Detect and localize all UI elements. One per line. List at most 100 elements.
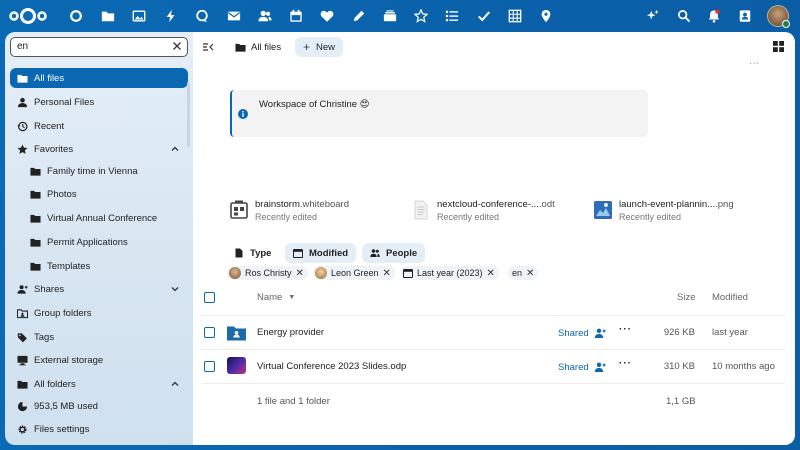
more-options-icon[interactable]: ··· xyxy=(749,58,761,70)
grid-view-icon[interactable] xyxy=(773,41,784,52)
file-size: 310 KB xyxy=(663,361,695,372)
calendar-icon[interactable] xyxy=(288,8,304,24)
user-avatar[interactable] xyxy=(767,5,790,28)
activity-icon[interactable] xyxy=(163,8,179,24)
column-header-size[interactable]: Size xyxy=(677,292,695,303)
sidebar-item-external-storage[interactable]: External storage xyxy=(10,350,188,370)
contacts-icon[interactable] xyxy=(257,8,273,24)
nextcloud-logo[interactable] xyxy=(8,6,48,26)
breadcrumb-label: All files xyxy=(251,41,282,53)
file-name[interactable]: Energy provider xyxy=(257,327,324,338)
remove-filter-icon[interactable]: ✕ xyxy=(383,268,391,279)
whiteboard-icon xyxy=(230,200,248,219)
recent-file-whiteboard[interactable]: brainstorm.whiteboard Recently edited xyxy=(230,196,400,222)
search-icon[interactable] xyxy=(676,8,692,24)
breadcrumb-all-files[interactable]: All files xyxy=(235,40,281,54)
shared-button[interactable]: Shared xyxy=(558,361,606,373)
storage-used-label: 953,5 MB used xyxy=(34,400,98,412)
row-divider xyxy=(201,349,785,350)
sidebar-item-virtual-annual-conference[interactable]: Virtual Annual Conference xyxy=(10,208,188,228)
shared-folder-icon[interactable] xyxy=(227,324,246,341)
sidebar-item-shares[interactable]: Shares xyxy=(10,279,188,299)
remove-filter-icon[interactable]: ✕ xyxy=(487,268,495,279)
presentation-thumbnail-icon[interactable] xyxy=(227,357,246,374)
remove-filter-icon[interactable]: ✕ xyxy=(526,268,534,279)
row-actions-icon[interactable]: ··· xyxy=(619,358,632,369)
filter-people-button[interactable]: People xyxy=(362,243,426,263)
sidebar-item-favorites[interactable]: Favorites xyxy=(10,139,188,159)
filter-chip-person[interactable]: Ros Christy ✕ xyxy=(227,266,308,280)
folder-icon xyxy=(235,43,246,52)
sidebar-item-recent[interactable]: Recent xyxy=(10,116,188,136)
person-icon xyxy=(16,96,28,108)
row-actions-icon[interactable]: ··· xyxy=(619,324,632,335)
deck-icon[interactable] xyxy=(382,8,398,24)
search-input-value: en xyxy=(17,41,29,52)
column-header-name[interactable]: Name ▼ xyxy=(257,292,295,303)
gear-icon xyxy=(16,423,28,435)
checkmark-icon[interactable] xyxy=(476,8,492,24)
notifications-icon[interactable] xyxy=(706,8,722,24)
filter-type-button[interactable]: Type xyxy=(226,243,279,263)
shared-label: Shared xyxy=(558,361,589,373)
files-icon[interactable] xyxy=(100,8,116,24)
assistant-icon[interactable] xyxy=(645,8,661,24)
select-all-checkbox[interactable] xyxy=(204,292,215,303)
sidebar-item-permit-applications[interactable]: Permit Applications xyxy=(10,232,188,252)
toggle-sidebar-icon[interactable] xyxy=(202,41,214,53)
chevron-down-icon[interactable] xyxy=(170,284,180,294)
tasks-icon[interactable] xyxy=(444,8,460,24)
clear-search-icon[interactable] xyxy=(172,41,182,51)
sidebar-item-tags[interactable]: Tags xyxy=(10,327,188,347)
sidebar-item-family-time[interactable]: Family time in Vienna xyxy=(10,161,188,181)
sidebar-item-files-settings[interactable]: Files settings xyxy=(10,419,188,439)
recent-file-image[interactable]: launch-event-plannin....png Recently edi… xyxy=(594,196,764,222)
dashboard-icon[interactable] xyxy=(68,8,84,24)
maps-icon[interactable] xyxy=(538,8,554,24)
shared-button[interactable]: Shared xyxy=(558,327,606,339)
calendar-icon xyxy=(293,249,303,258)
row-checkbox[interactable] xyxy=(204,361,215,372)
sidebar-item-group-folders[interactable]: Group folders xyxy=(10,303,188,323)
star-icon[interactable] xyxy=(413,8,429,24)
file-modified: 10 months ago xyxy=(712,361,775,372)
recent-file-document[interactable]: nextcloud-conference-....odt Recently ed… xyxy=(412,196,582,222)
sidebar-item-all-files[interactable]: All files xyxy=(10,68,188,88)
sidebar-item-photos[interactable]: Photos xyxy=(10,184,188,204)
image-icon xyxy=(594,201,612,219)
chevron-up-icon[interactable] xyxy=(170,379,180,389)
column-header-modified[interactable]: Modified xyxy=(712,292,748,303)
photos-icon[interactable] xyxy=(131,8,147,24)
file-type-icon xyxy=(235,248,243,258)
tables-icon[interactable] xyxy=(507,8,523,24)
filter-chip-date[interactable]: Last year (2023) ✕ xyxy=(401,266,499,280)
chip-label: Last year (2023) xyxy=(417,268,483,278)
filter-chip-text[interactable]: en ✕ xyxy=(508,266,539,280)
sidebar: en All files Personal Files Recent Favor… xyxy=(5,32,193,445)
sidebar-item-personal-files[interactable]: Personal Files xyxy=(10,92,188,112)
new-button[interactable]: + New xyxy=(295,37,344,57)
filter-modified-button[interactable]: Modified xyxy=(285,243,357,263)
remove-filter-icon[interactable]: ✕ xyxy=(296,268,304,279)
row-checkbox[interactable] xyxy=(204,327,215,338)
filter-chip-person[interactable]: Leon Green ✕ xyxy=(313,266,395,280)
favorites-icon[interactable] xyxy=(319,8,335,24)
table-summary-count: 1 file and 1 folder xyxy=(257,396,330,407)
share-icon xyxy=(16,283,28,295)
folder-icon xyxy=(29,212,41,224)
notes-icon[interactable] xyxy=(351,8,367,24)
sidebar-item-label: Templates xyxy=(47,260,91,272)
sidebar-item-all-folders[interactable]: All folders xyxy=(10,374,188,394)
sidebar-item-templates[interactable]: Templates xyxy=(10,256,188,276)
document-icon xyxy=(414,200,428,220)
sidebar-scrollbar[interactable] xyxy=(187,82,190,147)
table-summary-size: 1,1 GB xyxy=(666,396,696,407)
mail-icon[interactable] xyxy=(226,8,242,24)
sidebar-item-label: All files xyxy=(34,72,65,84)
talk-icon[interactable] xyxy=(194,8,210,24)
file-search-input[interactable]: en xyxy=(10,37,188,57)
chevron-up-icon[interactable] xyxy=(170,144,180,154)
file-name[interactable]: Virtual Conference 2023 Slides.odp xyxy=(257,361,406,372)
contacts-menu-icon[interactable] xyxy=(737,8,753,24)
recent-file-status: Recently edited xyxy=(619,212,682,222)
